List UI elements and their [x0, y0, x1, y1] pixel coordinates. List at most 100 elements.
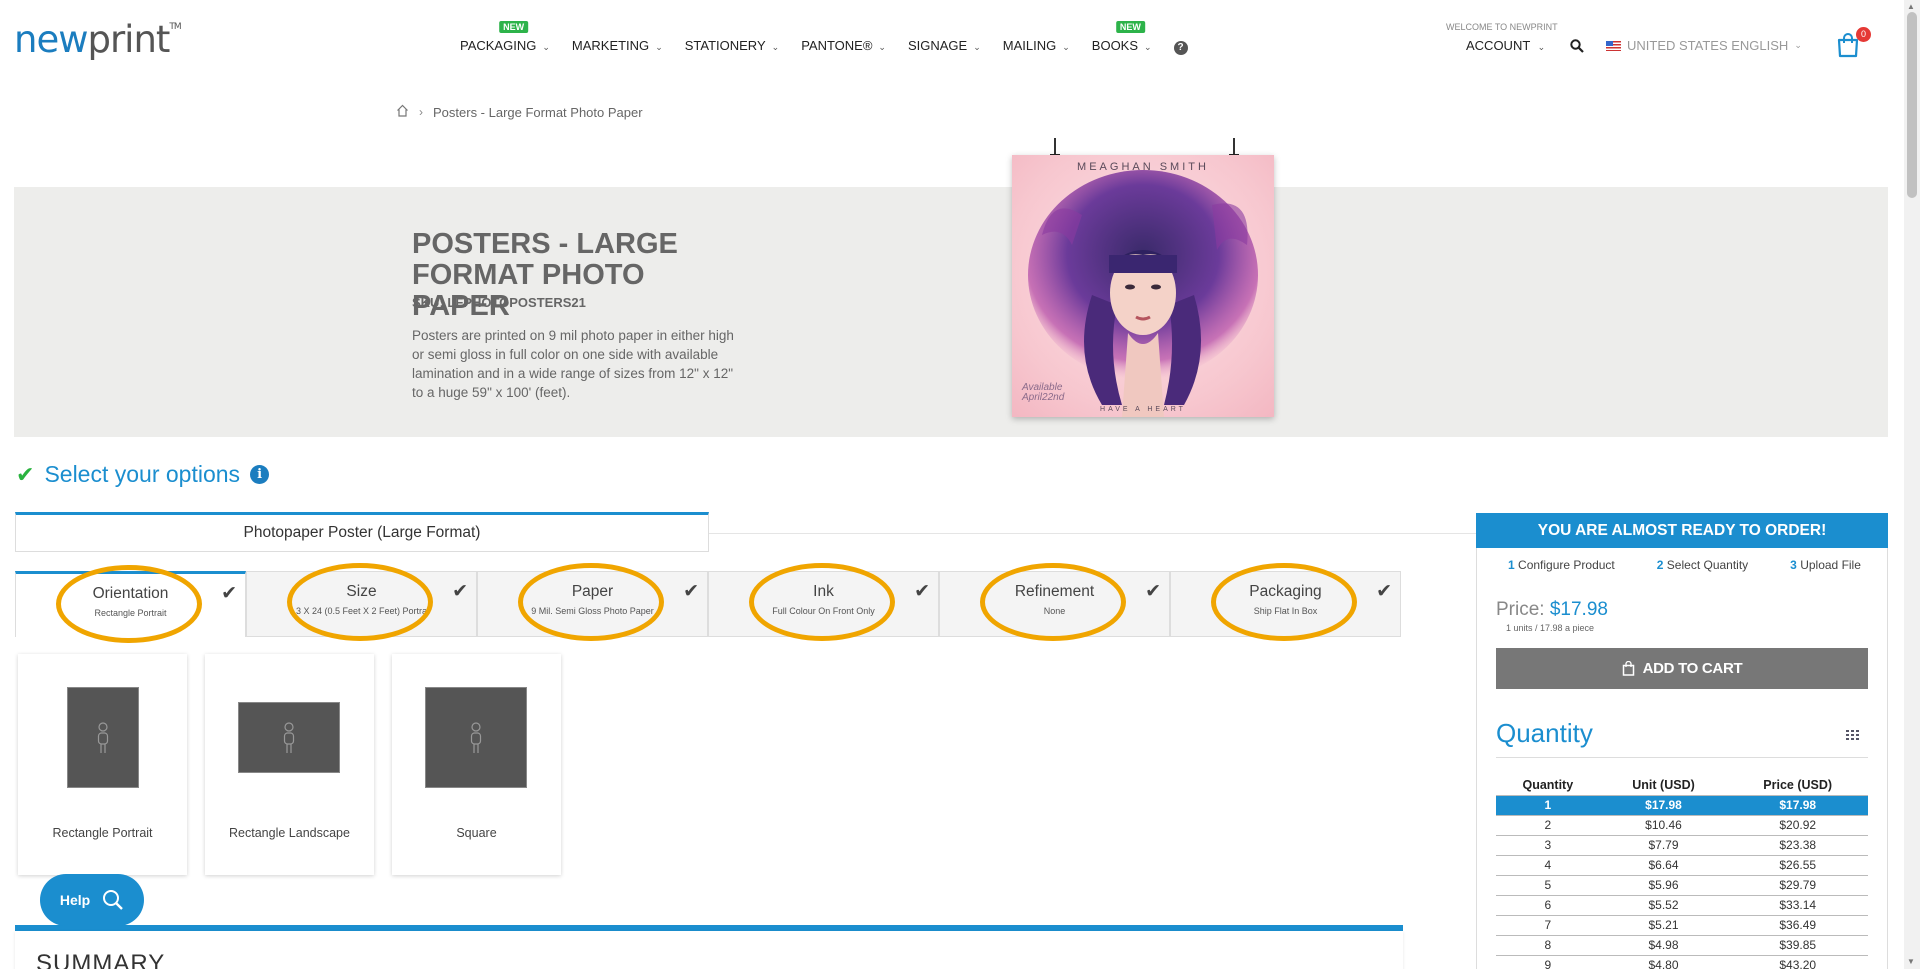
table-cell: $26.55 [1727, 855, 1868, 876]
scroll-up-arrow-icon[interactable]: ▲ [1907, 2, 1915, 11]
language-selector[interactable]: UNITED STATES ENGLISH ⌄ [1606, 38, 1802, 53]
table-row[interactable]: 1 $17.98 $17.98 [1496, 795, 1868, 816]
nav-packaging[interactable]: NEW PACKAGING ⌄ [460, 21, 550, 55]
check-icon: ✔ [1376, 581, 1392, 602]
nav-marketing[interactable]: MARKETING ⌄ [572, 38, 663, 55]
table-row[interactable]: 6 $5.52 $33.14 [1496, 895, 1868, 916]
highlight-circle [518, 563, 664, 641]
check-icon: ✔ [1145, 581, 1161, 602]
table-row[interactable]: 4 $6.64 $26.55 [1496, 855, 1868, 876]
table-row[interactable]: 3 $7.79 $23.38 [1496, 835, 1868, 856]
cart-count-badge: 0 [1856, 27, 1871, 42]
table-row[interactable]: 9 $4.80 $43.20 [1496, 955, 1868, 969]
table-cell: $29.79 [1727, 875, 1868, 896]
home-icon[interactable] [396, 104, 409, 120]
table-cell: $5.21 [1599, 915, 1728, 936]
quantity-divider [1496, 757, 1868, 758]
step-label: Refinement [1014, 583, 1095, 600]
newprint-logo[interactable]: newprintTM [14, 18, 182, 61]
step-packaging[interactable]: Packaging Ship Flat In Box ✔ [1170, 563, 1401, 641]
nav-books[interactable]: NEW BOOKS ⌄ [1091, 21, 1152, 55]
table-cell: 7 [1496, 915, 1600, 936]
step-paper[interactable]: Paper 9 Mil. Semi Gloss Photo Paper ✔ [477, 563, 708, 641]
scrollbar-thumb[interactable] [1907, 12, 1917, 198]
step-ink[interactable]: Ink Full Colour On Front Only ✔ [708, 563, 939, 641]
info-icon[interactable]: i [250, 465, 270, 484]
product-image: MEAGHAN SMITH Available April22nd HAVE A … [1012, 155, 1274, 417]
order-step-1[interactable]: 1 Configure Product [1508, 558, 1615, 572]
order-steps: 1 Configure Product 2 Select Quantity 3 … [1508, 558, 1861, 572]
order-step-2[interactable]: 2 Select Quantity [1657, 558, 1748, 572]
column-header: Unit (USD) [1599, 775, 1728, 796]
new-badge: NEW [499, 21, 529, 33]
table-cell: 3 [1496, 835, 1600, 856]
new-badge: NEW [1115, 21, 1145, 33]
nav-help[interactable]: ? [1173, 38, 1188, 55]
nav-label: BOOKS [1091, 38, 1139, 53]
check-icon: ✔ [914, 581, 930, 602]
step-label: Size [346, 583, 377, 600]
step-refinement[interactable]: Refinement None ✔ [939, 563, 1170, 641]
summary-panel [15, 931, 1403, 969]
chevron-down-icon: ⌄ [973, 42, 981, 52]
option-steps: Orientation Rectangle Portrait ✔ Size 3 … [15, 563, 1401, 643]
tab-divider [709, 533, 1477, 534]
account-menu[interactable]: ACCOUNT ⌄ [1466, 38, 1545, 53]
help-button[interactable]: Help [40, 874, 144, 926]
chevron-down-icon: ⌄ [655, 42, 663, 52]
table-cell: $36.49 [1727, 915, 1868, 936]
choice-square[interactable]: Square [392, 654, 561, 875]
breadcrumb-current: Posters - Large Format Photo Paper [433, 104, 643, 120]
main-nav: NEW PACKAGING ⌄ MARKETING ⌄ STATIONERY ⌄ PAN… [460, 21, 1210, 55]
breadcrumb: › Posters - Large Format Photo Paper [396, 104, 643, 120]
step-value: None [1043, 606, 1066, 616]
step-label: Ink [813, 583, 834, 600]
nav-label: PANTONE® [801, 38, 873, 53]
nav-pantone[interactable]: PANTONE® ⌄ [801, 38, 886, 55]
nav-stationery[interactable]: STATIONERY ⌄ [685, 38, 779, 55]
table-row[interactable]: 2 $10.46 $20.92 [1496, 815, 1868, 836]
poster-tagline-text: HAVE A HEART [1100, 406, 1186, 413]
nav-label: MARKETING [571, 38, 650, 53]
choice-label: Rectangle Landscape [229, 826, 350, 840]
table-row[interactable]: 7 $5.21 $36.49 [1496, 915, 1868, 936]
price-display: Price: $17.98 [1496, 599, 1608, 620]
table-cell: $17.98 [1727, 795, 1868, 816]
highlight-circle [1211, 563, 1357, 641]
table-cell: $4.98 [1599, 935, 1728, 956]
person-icon [238, 702, 340, 773]
nav-signage[interactable]: SIGNAGE ⌄ [908, 38, 981, 55]
summary-heading: SUMMARY [36, 950, 166, 969]
step-label: Paper [571, 583, 614, 600]
step-orientation[interactable]: Orientation Rectangle Portrait ✔ [15, 565, 246, 643]
product-hero [14, 187, 1888, 437]
choice-label: Square [456, 826, 497, 840]
table-cell: 1 [1496, 795, 1600, 816]
person-icon [67, 687, 139, 788]
table-cell: $20.92 [1727, 815, 1868, 836]
order-step-3[interactable]: 3 Upload File [1790, 558, 1861, 572]
choice-rectangle-landscape[interactable]: Rectangle Landscape [205, 654, 374, 875]
welcome-text: WELCOME TO NEWPRINT [1446, 22, 1558, 32]
language-label: UNITED STATES ENGLISH [1627, 38, 1789, 53]
table-cell: $5.52 [1599, 895, 1728, 916]
product-type-tab[interactable]: Photopaper Poster (Large Format) [15, 512, 709, 552]
nav-label: STATIONERY [684, 38, 766, 53]
search-icon[interactable] [1570, 39, 1584, 58]
nav-mailing[interactable]: MAILING ⌄ [1003, 38, 1070, 55]
step-size[interactable]: Size 3 X 24 (0.5 Feet X 2 Feet) Portra ✔ [246, 563, 477, 641]
grid-view-icon[interactable] [1846, 727, 1859, 745]
table-row[interactable]: 5 $5.96 $29.79 [1496, 875, 1868, 896]
add-to-cart-button[interactable]: ADD TO CART [1496, 648, 1868, 689]
table-cell: $4.80 [1599, 955, 1728, 969]
scroll-down-arrow-icon[interactable]: ▼ [1907, 957, 1915, 966]
account-label: ACCOUNT [1466, 38, 1531, 53]
table-cell: $7.79 [1599, 835, 1728, 856]
table-row[interactable]: 8 $4.98 $39.85 [1496, 935, 1868, 956]
chevron-down-icon: ⌄ [771, 42, 780, 52]
table-cell: 6 [1496, 895, 1600, 916]
logo-print-text: print [87, 18, 170, 61]
poster-available-text: Available April22nd [1022, 382, 1065, 403]
table-cell: 5 [1496, 875, 1600, 896]
choice-rectangle-portrait[interactable]: Rectangle Portrait [18, 654, 187, 875]
